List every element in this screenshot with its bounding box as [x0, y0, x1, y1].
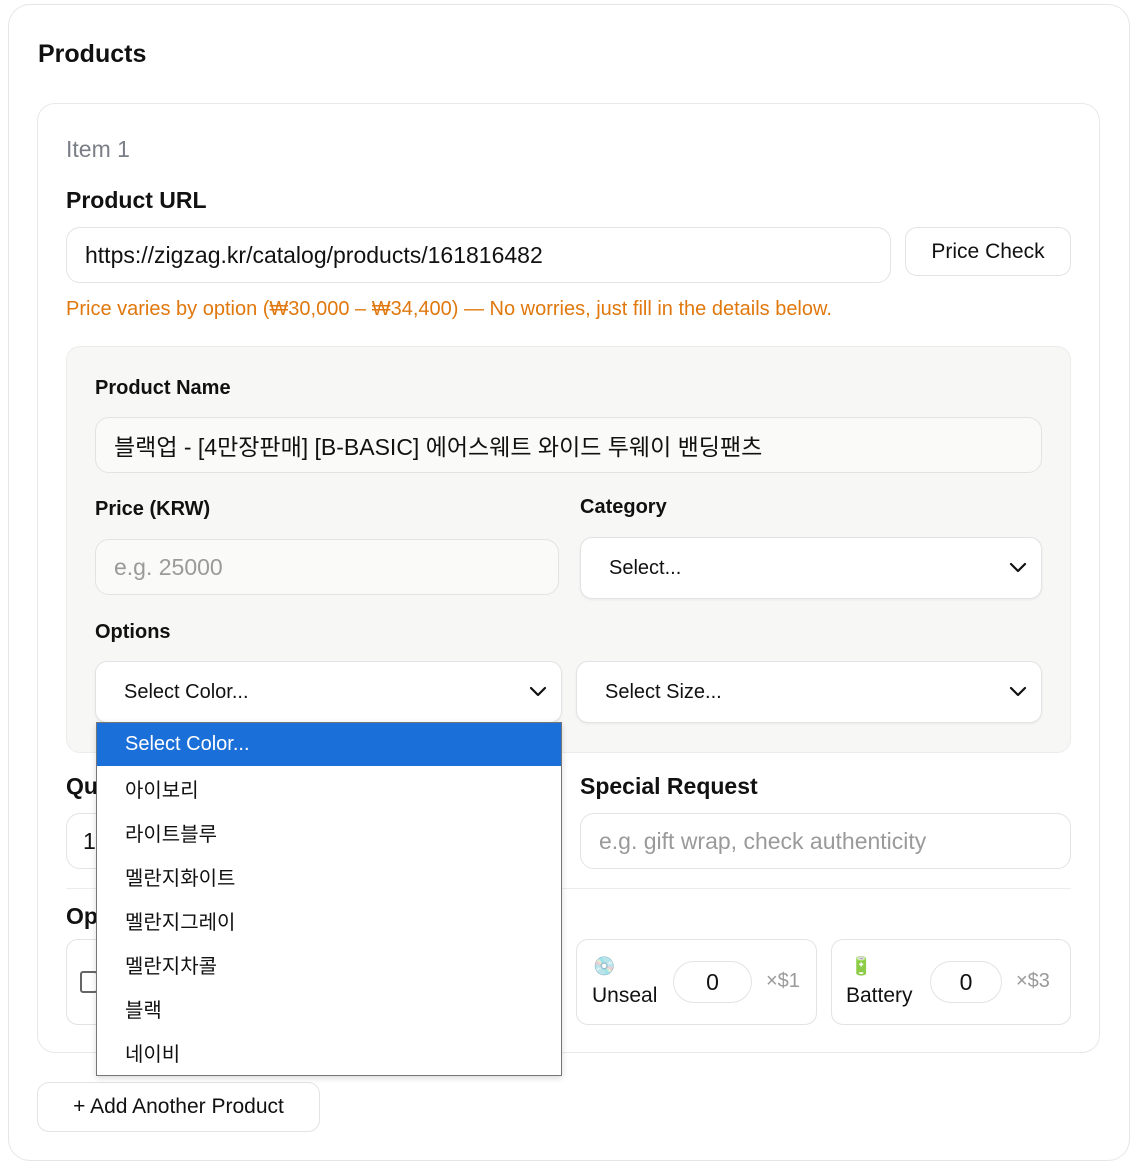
- price-warning: Price varies by option (₩30,000 – ₩34,40…: [66, 298, 832, 320]
- price-input[interactable]: e.g. 25000: [95, 539, 559, 595]
- addon-unseal-label: Unseal: [592, 984, 658, 1007]
- category-select[interactable]: Select...: [580, 537, 1042, 599]
- product-name-label: Product Name: [95, 377, 231, 399]
- product-url-label: Product URL: [66, 187, 207, 213]
- addon-battery-price: ×$3: [1016, 970, 1050, 992]
- color-option[interactable]: 멜란지화이트: [97, 854, 561, 898]
- color-select-value: Select Color...: [124, 680, 249, 703]
- special-request-label: Special Request: [580, 773, 758, 799]
- optional-services-label: Op: [66, 903, 98, 929]
- chevron-down-icon: [1009, 562, 1027, 573]
- addon-unseal-price: ×$1: [766, 970, 800, 992]
- color-option[interactable]: Select Color...: [97, 723, 561, 766]
- quantity-label: Qu: [66, 773, 98, 799]
- battery-icon: 🔋: [850, 956, 873, 976]
- special-request-input[interactable]: e.g. gift wrap, check authenticity: [580, 813, 1071, 869]
- section-title: Products: [38, 40, 147, 68]
- addon-battery-count[interactable]: 0: [930, 961, 1002, 1003]
- item-label: Item 1: [66, 136, 130, 162]
- color-dropdown-list: Select Color... 아이보리 라이트블루 멜란지화이트 멜란지그레이…: [96, 722, 562, 1076]
- category-select-value: Select...: [609, 556, 682, 579]
- addon-unseal-count[interactable]: 0: [673, 961, 752, 1003]
- color-option[interactable]: 멜란지차콜: [97, 942, 561, 986]
- add-another-product-button[interactable]: + Add Another Product: [37, 1082, 320, 1132]
- color-option[interactable]: 네이비: [97, 1030, 561, 1074]
- options-label: Options: [95, 621, 171, 643]
- size-select-value: Select Size...: [605, 680, 722, 703]
- color-option[interactable]: 라이트블루: [97, 810, 561, 854]
- size-select[interactable]: Select Size...: [576, 661, 1042, 723]
- category-label: Category: [580, 496, 667, 518]
- addon-battery-label: Battery: [846, 984, 913, 1007]
- chevron-down-icon: [529, 686, 547, 697]
- price-check-button[interactable]: Price Check: [905, 227, 1071, 276]
- color-option[interactable]: 멜란지그레이: [97, 898, 561, 942]
- disc-icon: 💿: [593, 956, 616, 976]
- color-option[interactable]: 블랙: [97, 986, 561, 1030]
- color-option[interactable]: 아이보리: [97, 766, 561, 810]
- product-url-input[interactable]: https://zigzag.kr/catalog/products/16181…: [66, 227, 891, 283]
- color-select[interactable]: Select Color...: [95, 661, 562, 723]
- product-name-input[interactable]: 블랙업 - [4만장판매] [B-BASIC] 에어스웨트 와이드 투웨이 밴딩…: [95, 417, 1042, 473]
- chevron-down-icon: [1009, 686, 1027, 697]
- price-label: Price (KRW): [95, 498, 211, 520]
